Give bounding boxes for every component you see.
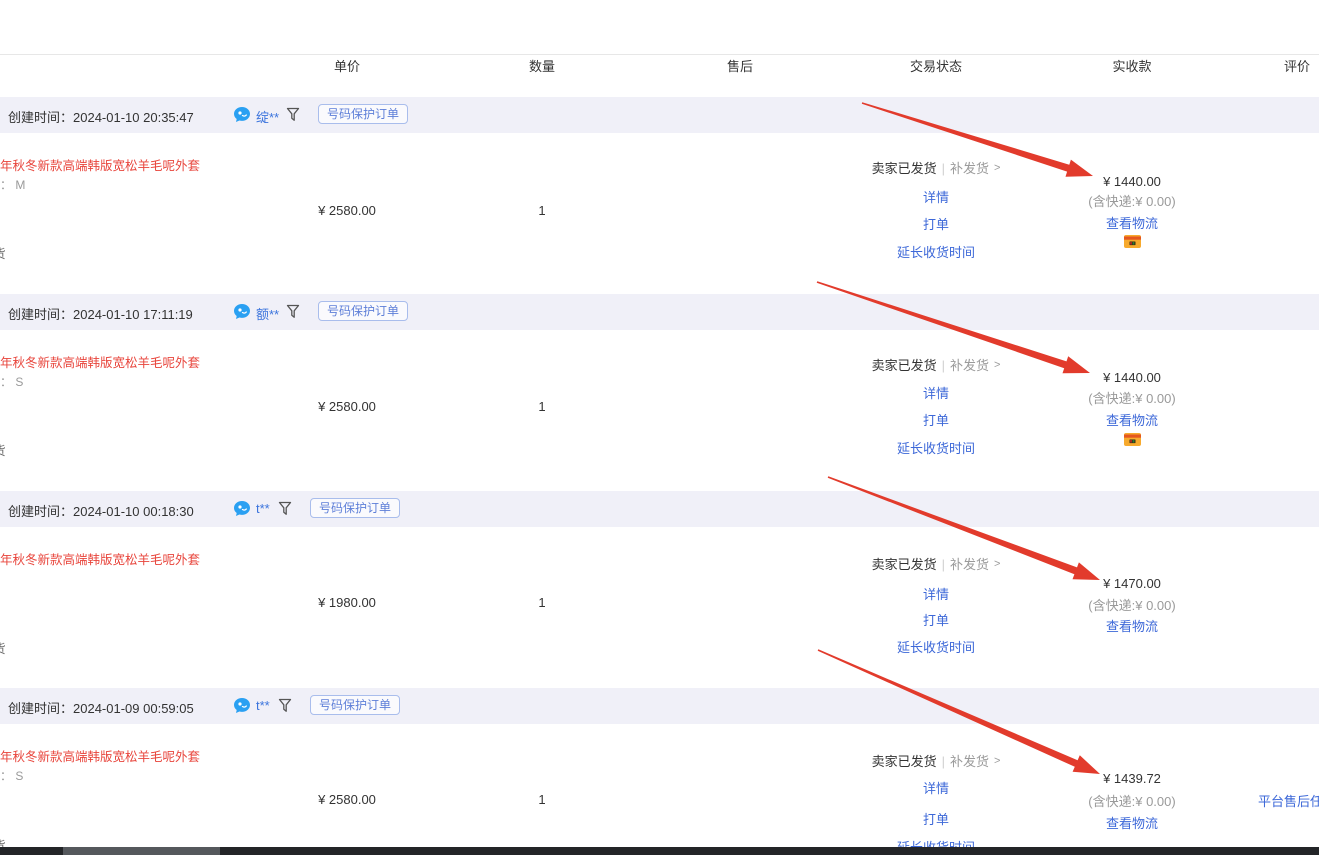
number-protect-badge: 号码保护订单 (318, 104, 408, 124)
quantity: 1 (512, 399, 572, 415)
order-row: 创建时间：2024-01-10 20:35:47 绽** 号码保护订单 年秋冬新… (0, 97, 1319, 294)
order-created-time: 创建时间：2024-01-10 17:11:19 (8, 304, 193, 323)
quantity: 1 (512, 203, 572, 219)
buyer-name[interactable]: t** (256, 501, 270, 516)
trade-status: 卖家已发货 | 补发货 > (841, 556, 1031, 573)
bank-card-icon (1124, 235, 1141, 248)
buyer-name[interactable]: 额** (256, 304, 279, 323)
order-row: 创建时间：2024-01-10 00:18:30 t** 号码保护订单 年秋冬新… (0, 491, 1319, 688)
table-top-border (0, 54, 1319, 55)
unit-price: ¥ 2580.00 (287, 792, 407, 808)
product-title[interactable]: 年秋冬新款高端韩版宽松羊毛呢外套 (0, 552, 230, 568)
product-sku: ： M (0, 178, 25, 193)
order-header-bar: 创建时间：2024-01-10 17:11:19 额** 号码保护订单 (0, 294, 1319, 330)
reship-link[interactable]: 补发货 (950, 160, 989, 177)
product-sku: ： S (0, 769, 23, 784)
shipping-note: (含快递:¥ 0.00) (1062, 793, 1202, 810)
unit-price: ¥ 2580.00 (287, 399, 407, 415)
detail-link[interactable]: 详情 (841, 385, 1031, 402)
extend-receipt-link[interactable]: 延长收货时间 (841, 440, 1031, 457)
quantity: 1 (512, 595, 572, 611)
chevron-right-icon: > (994, 160, 1000, 177)
print-order-link[interactable]: 打单 (841, 216, 1031, 233)
detail-link[interactable]: 详情 (841, 780, 1031, 797)
order-header-bar: 创建时间：2024-01-10 20:35:47 绽** 号码保护订单 (0, 97, 1319, 133)
shipping-note: (含快递:¥ 0.00) (1062, 597, 1202, 614)
quantity: 1 (512, 792, 572, 808)
order-created-time: 创建时间：2024-01-10 00:18:30 (8, 501, 194, 520)
view-logistics-link[interactable]: 查看物流 (1062, 215, 1202, 232)
buyer-name[interactable]: 绽** (256, 107, 279, 126)
wangwang-icon[interactable] (233, 106, 251, 124)
detail-link[interactable]: 详情 (841, 189, 1031, 206)
number-protect-badge: 号码保护订单 (318, 301, 408, 321)
view-logistics-link[interactable]: 查看物流 (1062, 618, 1202, 635)
platform-aftersale-link[interactable]: 平台售后任 (1258, 793, 1319, 810)
order-created-time: 创建时间：2024-01-09 00:59:05 (8, 698, 194, 717)
view-logistics-link[interactable]: 查看物流 (1062, 412, 1202, 429)
buyer-name[interactable]: t** (256, 698, 270, 713)
unit-price: ¥ 2580.00 (287, 203, 407, 219)
wangwang-icon[interactable] (233, 697, 251, 715)
shipping-note: (含快递:¥ 0.00) (1062, 193, 1202, 210)
extend-receipt-link[interactable]: 延长收货时间 (841, 244, 1031, 261)
trade-status: 卖家已发货 | 补发货 > (841, 753, 1031, 770)
wangwang-icon[interactable] (233, 303, 251, 321)
clipped-left-text: 货 (0, 641, 9, 657)
status-shipped: 卖家已发货 (872, 556, 937, 573)
detail-link[interactable]: 详情 (841, 586, 1031, 603)
chevron-right-icon: > (994, 357, 1000, 374)
bank-card-icon (1124, 433, 1141, 446)
product-sku: ： S (0, 375, 23, 390)
view-logistics-link[interactable]: 查看物流 (1062, 815, 1202, 832)
column-header-rating: 评价 (1267, 59, 1319, 75)
order-row: 创建时间：2024-01-09 00:59:05 t** 号码保护订单 年秋冬新… (0, 688, 1319, 855)
reship-link[interactable]: 补发货 (950, 556, 989, 573)
received-amount: ¥ 1440.00 (1062, 173, 1202, 190)
chevron-right-icon: > (994, 556, 1000, 573)
horizontal-scrollbar-thumb[interactable] (63, 847, 220, 855)
column-header-trade-status: 交易状态 (884, 59, 988, 75)
wangwang-icon[interactable] (233, 500, 251, 518)
order-created-time: 创建时间：2024-01-10 20:35:47 (8, 107, 194, 126)
product-title[interactable]: 年秋冬新款高端韩版宽松羊毛呢外套 (0, 749, 230, 765)
clipped-left-text: 货 (0, 246, 9, 262)
print-order-link[interactable]: 打单 (841, 811, 1031, 828)
number-protect-badge: 号码保护订单 (310, 695, 400, 715)
funnel-filter-icon[interactable] (286, 304, 300, 319)
unit-price: ¥ 1980.00 (287, 595, 407, 611)
clipped-left-text: 货 (0, 443, 9, 459)
extend-receipt-link[interactable]: 延长收货时间 (841, 639, 1031, 656)
funnel-filter-icon[interactable] (278, 698, 292, 713)
reship-link[interactable]: 补发货 (950, 753, 989, 770)
column-header-received: 实收款 (1102, 59, 1162, 75)
column-header-aftersale: 售后 (710, 59, 770, 75)
order-row: 创建时间：2024-01-10 17:11:19 额** 号码保护订单 年秋冬新… (0, 294, 1319, 491)
print-order-link[interactable]: 打单 (841, 612, 1031, 629)
number-protect-badge: 号码保护订单 (310, 498, 400, 518)
product-title[interactable]: 年秋冬新款高端韩版宽松羊毛呢外套 (0, 158, 230, 174)
status-shipped: 卖家已发货 (872, 160, 937, 177)
status-shipped: 卖家已发货 (872, 357, 937, 374)
funnel-filter-icon[interactable] (286, 107, 300, 122)
order-header-bar: 创建时间：2024-01-09 00:59:05 t** 号码保护订单 (0, 688, 1319, 724)
order-list-page: 单价 数量 售后 交易状态 实收款 评价 创建时间：2024-01-10 20:… (0, 0, 1319, 855)
order-header-bar: 创建时间：2024-01-10 00:18:30 t** 号码保护订单 (0, 491, 1319, 527)
shipping-note: (含快递:¥ 0.00) (1062, 390, 1202, 407)
trade-status: 卖家已发货 | 补发货 > (841, 357, 1031, 374)
received-amount: ¥ 1440.00 (1062, 369, 1202, 386)
print-order-link[interactable]: 打单 (841, 412, 1031, 429)
chevron-right-icon: > (994, 753, 1000, 770)
column-header-quantity: 数量 (512, 59, 572, 75)
status-shipped: 卖家已发货 (872, 753, 937, 770)
column-header-unit-price: 单价 (317, 59, 377, 75)
product-title[interactable]: 年秋冬新款高端韩版宽松羊毛呢外套 (0, 355, 230, 371)
trade-status: 卖家已发货 | 补发货 > (841, 160, 1031, 177)
funnel-filter-icon[interactable] (278, 501, 292, 516)
horizontal-scrollbar-track[interactable] (0, 847, 1319, 855)
received-amount: ¥ 1470.00 (1062, 575, 1202, 592)
reship-link[interactable]: 补发货 (950, 357, 989, 374)
received-amount: ¥ 1439.72 (1062, 770, 1202, 787)
